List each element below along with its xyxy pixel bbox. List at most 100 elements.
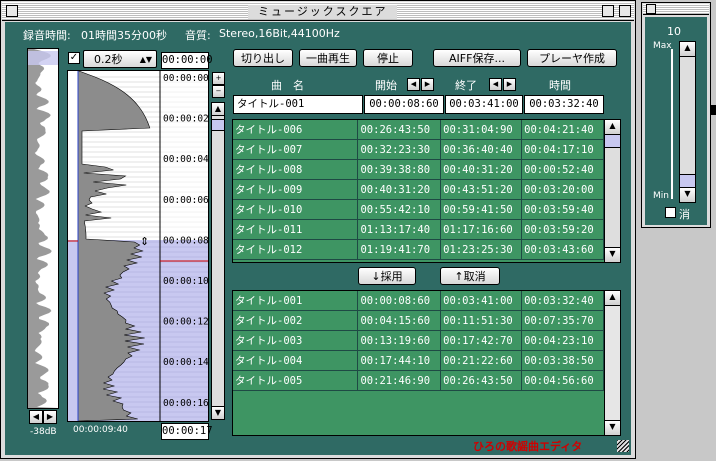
cell-name: タイトル-005: [233, 370, 359, 391]
volume-min-label: Min: [653, 191, 669, 201]
cell-time: 00:03:59:40: [521, 199, 604, 220]
close-box[interactable]: [6, 5, 18, 17]
overview-right-arrow[interactable]: ▶: [43, 410, 57, 424]
end-prev-button[interactable]: ◀: [489, 78, 502, 91]
start-field[interactable]: 00:00:08:60: [364, 95, 444, 114]
waveform-scrollbar[interactable]: ▲ ▼: [211, 102, 225, 420]
lower-scroll-up[interactable]: ▲: [604, 290, 621, 306]
upper-scroll-thumb[interactable]: [604, 134, 621, 148]
cell-name: タイトル-010: [233, 199, 359, 220]
table-row[interactable]: タイトル-007 00:32:23:30 00:36:40:40 00:04:17:1…: [233, 139, 604, 160]
record-value: 01時間35分00秒: [81, 29, 167, 42]
title-bar[interactable]: ミュージックスクエア: [2, 2, 634, 21]
interval-checkbox[interactable]: ✓: [68, 52, 80, 64]
upper-track-list[interactable]: タイトル-006 00:26:43:50 00:31:04:90 00:04:21:4…: [232, 119, 621, 263]
volume-close-box[interactable]: [646, 4, 656, 14]
volume-down-arrow[interactable]: ▼: [679, 187, 696, 203]
adopt-button[interactable]: ↓採用: [358, 267, 416, 285]
zoom-box[interactable]: [602, 5, 614, 17]
table-row[interactable]: タイトル-005 00:21:46:90 00:26:43:50 00:04:56:6…: [233, 370, 604, 391]
cell-time: 00:03:32:40: [521, 291, 604, 311]
stop-button[interactable]: 停止: [363, 49, 413, 67]
cancel-button[interactable]: ↑取消: [440, 267, 500, 285]
end-field[interactable]: 00:03:41:00: [445, 95, 523, 114]
upper-scroll-up[interactable]: ▲: [604, 119, 621, 135]
timeline-tick-label: 00:00:06: [163, 195, 208, 206]
overview-strip[interactable]: [27, 48, 59, 409]
table-row[interactable]: タイトル-009 00:40:31:20 00:43:51:20 00:03:20:0…: [233, 179, 604, 200]
play-one-button[interactable]: 一曲再生: [299, 49, 357, 67]
top-time-field[interactable]: 00:00:00: [161, 52, 213, 69]
cell-name: タイトル-002: [233, 310, 359, 331]
cell-start: 00:39:38:80: [357, 159, 442, 180]
interval-select[interactable]: 0.2秒 ▲▼: [83, 50, 157, 68]
cell-start: 01:13:17:40: [357, 219, 442, 240]
header-time: 時間: [549, 79, 571, 92]
table-row[interactable]: タイトル-006 00:26:43:50 00:31:04:90 00:04:21:4…: [233, 120, 604, 140]
timeline-tick-label: 00:00:08: [163, 235, 208, 246]
volume-slider[interactable]: ▲ ▼: [679, 41, 696, 203]
table-row[interactable]: タイトル-011 01:13:17:40 01:17:16:60 00:03:59:2…: [233, 219, 604, 240]
content-panel: 録音時間: 01時間35分00秒 音質: Stereo,16Bit,44100H…: [5, 22, 631, 455]
name-field[interactable]: タイトル-001: [233, 95, 363, 114]
header-name: 曲 名: [271, 79, 304, 92]
scroll-up-arrow[interactable]: ▲: [211, 102, 225, 116]
drag-cursor-icon[interactable]: ⇕: [140, 235, 149, 248]
zoom-out-button[interactable]: −: [212, 85, 225, 98]
upper-list-scrollbar[interactable]: ▲ ▼: [604, 119, 621, 263]
table-row[interactable]: タイトル-002 00:04:15:60 00:11:51:30 00:07:35:7…: [233, 310, 604, 331]
cell-end: 00:31:04:90: [440, 120, 523, 140]
table-row[interactable]: タイトル-012 01:19:41:70 01:23:25:30 00:03:43:6…: [233, 239, 604, 260]
table-row[interactable]: タイトル-001 00:00:08:60 00:03:41:00 00:03:32:4…: [233, 291, 604, 311]
scroll-down-arrow[interactable]: ▼: [211, 406, 225, 420]
cell-start: 00:00:08:60: [357, 291, 442, 311]
cell-start: 00:40:31:20: [357, 179, 442, 200]
volume-titlebar[interactable]: [643, 4, 709, 15]
cell-end: 00:03:41:00: [440, 291, 523, 311]
timeline-tick-label: 00:00:10: [163, 276, 208, 287]
table-row[interactable]: タイトル-008 00:39:38:80 00:40:31:20 00:00:52:4…: [233, 159, 604, 180]
brand-label: ひろの歌謡曲エディタ: [473, 440, 583, 453]
time-field[interactable]: 00:03:32:40: [524, 95, 604, 114]
bottom-time-field[interactable]: 00:00:17: [161, 423, 213, 440]
main-window: ミュージックスクエア 録音時間: 01時間35分00秒 音質: Stereo,1…: [0, 0, 636, 459]
upper-scroll-down[interactable]: ▼: [604, 247, 621, 263]
timeline-tick-label: 00:00:16: [163, 398, 208, 409]
end-next-button[interactable]: ▶: [503, 78, 516, 91]
volume-thumb[interactable]: [679, 174, 696, 188]
cell-time: 00:03:38:50: [521, 350, 604, 371]
overview-left-arrow[interactable]: ◀: [29, 410, 43, 424]
cell-end: 01:17:16:60: [440, 219, 523, 240]
cell-name: タイトル-009: [233, 179, 359, 200]
timeline-tick-label: 00:00:00: [163, 73, 208, 84]
table-row[interactable]: タイトル-010 00:55:42:10 00:59:41:50 00:03:59:4…: [233, 199, 604, 220]
zoom-in-button[interactable]: +: [212, 72, 225, 85]
cell-end: 01:23:25:30: [440, 239, 523, 260]
table-row[interactable]: タイトル-004 00:17:44:10 00:21:22:60 00:03:38:5…: [233, 350, 604, 371]
cell-start: 00:32:23:30: [357, 139, 442, 160]
resize-grip-icon[interactable]: [617, 440, 629, 452]
lower-scroll-down[interactable]: ▼: [604, 420, 621, 436]
volume-up-arrow[interactable]: ▲: [679, 41, 696, 57]
lower-list-scrollbar[interactable]: ▲ ▼: [604, 290, 621, 436]
window-title: ミュージックスクエア: [248, 5, 398, 19]
scroll-thumb[interactable]: [211, 119, 225, 131]
cut-button[interactable]: 切り出し: [233, 49, 293, 67]
table-row[interactable]: タイトル-003 00:13:19:60 00:17:42:70 00:04:23:1…: [233, 330, 604, 351]
collapse-box[interactable]: [619, 5, 631, 17]
lower-track-list[interactable]: タイトル-001 00:00:08:60 00:03:41:00 00:03:32:4…: [232, 290, 621, 436]
start-next-button[interactable]: ▶: [421, 78, 434, 91]
cell-time: 00:03:59:20: [521, 219, 604, 240]
cell-time: 00:04:17:10: [521, 139, 604, 160]
start-prev-button[interactable]: ◀: [407, 78, 420, 91]
timeline-tick-label: 00:00:04: [163, 154, 208, 165]
cell-end: 00:21:22:60: [440, 350, 523, 371]
mute-checkbox[interactable]: [665, 207, 676, 218]
waveform-editor[interactable]: 00:00:00 00:00:02 00:00:04 00:00:06 00:00:08…: [67, 70, 209, 422]
waveform-svg: 00:00:00 00:00:02 00:00:04 00:00:06 00:00:08…: [68, 71, 208, 421]
save-aiff-button[interactable]: AIFF保存...: [433, 49, 521, 67]
upper-table: タイトル-006 00:26:43:50 00:31:04:90 00:04:21:4…: [233, 120, 604, 260]
make-player-button[interactable]: プレーヤ作成: [527, 49, 617, 67]
timeline-tick-label: 00:00:12: [163, 317, 208, 328]
cell-time: 00:07:35:70: [521, 310, 604, 331]
